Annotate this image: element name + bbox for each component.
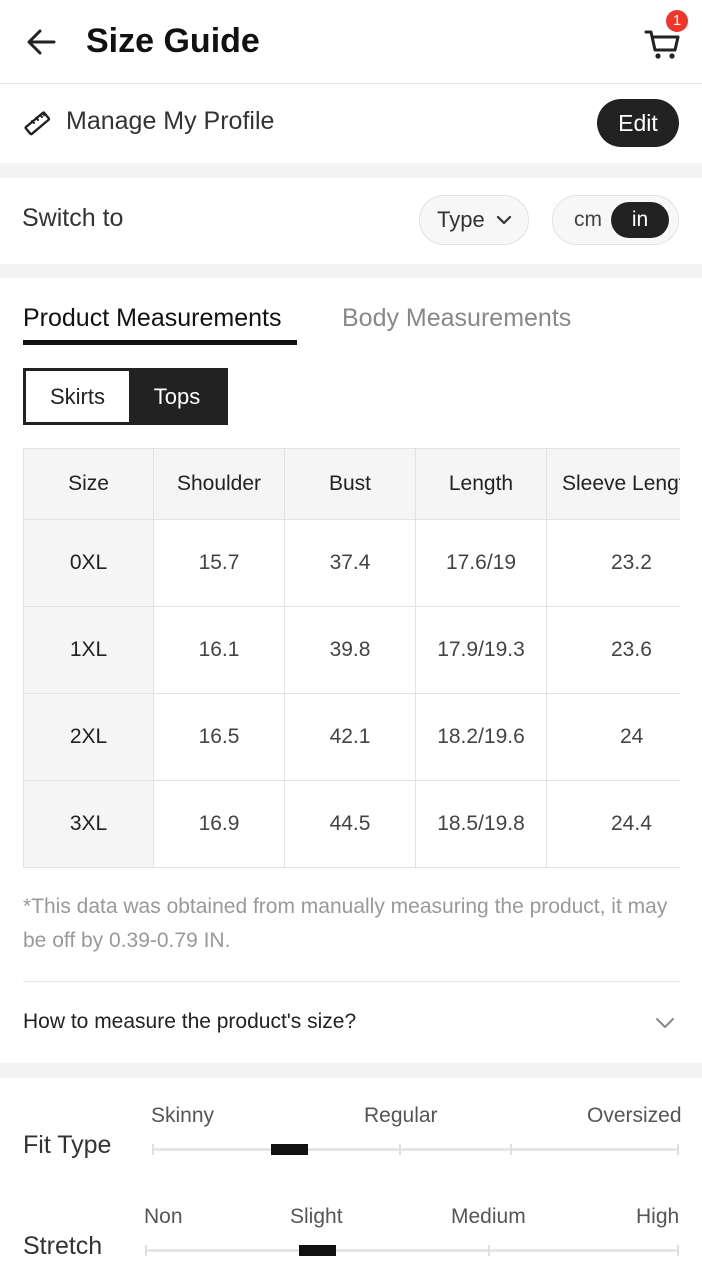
tab-body-measurements[interactable]: Body Measurements	[342, 304, 571, 333]
table-cell: 17.6/19	[415, 519, 547, 607]
stretch-level-label: High	[636, 1205, 680, 1228]
size-cell: 1XL	[23, 606, 154, 694]
active-tab-indicator	[23, 340, 297, 345]
category-segment: Skirts Tops	[23, 368, 228, 425]
table-cell: 39.8	[284, 606, 416, 694]
table-cell: 16.1	[153, 606, 285, 694]
type-dropdown-label: Type	[437, 207, 485, 232]
table-row: 3XL 16.9 44.5 18.5/19.8 24.4	[23, 780, 680, 867]
page-title: Size Guide	[86, 22, 260, 60]
cart-count-badge: 1	[666, 10, 688, 32]
stretch-scale	[145, 1249, 679, 1252]
table-row: 0XL 15.7 37.4 17.6/19 23.2	[23, 519, 680, 607]
fit-level-label: Skinny	[151, 1104, 215, 1127]
size-table: Size Shoulder Bust Length Sleeve Length …	[23, 449, 680, 867]
unit-in-option[interactable]: in	[611, 202, 669, 238]
column-header-sleeve-length: Sleeve Length	[546, 449, 680, 520]
chevron-down-icon	[656, 1018, 674, 1028]
unit-toggle[interactable]: cm in	[552, 195, 679, 245]
chevron-down-icon	[496, 215, 512, 225]
edit-profile-button[interactable]: Edit	[597, 99, 679, 147]
measurement-disclaimer: *This data was obtained from manually me…	[23, 895, 668, 952]
stretch-level-label: Slight	[290, 1205, 343, 1228]
size-table-scroll[interactable]: Size Shoulder Bust Length Sleeve Length …	[23, 448, 680, 868]
table-cell: 15.7	[153, 519, 285, 607]
table-cell: 44.5	[284, 780, 416, 867]
section-divider	[0, 1063, 702, 1078]
size-cell: 0XL	[23, 519, 154, 607]
size-cell: 3XL	[23, 780, 154, 867]
table-header-row: Size Shoulder Bust Length Sleeve Length	[23, 449, 680, 520]
table-cell: 23.6	[546, 606, 680, 694]
table-cell: 24.4	[546, 780, 680, 867]
table-cell: 37.4	[284, 519, 416, 607]
fit-type-label: Fit Type	[23, 1131, 112, 1159]
back-arrow-icon[interactable]	[24, 24, 60, 60]
fit-level-label: Regular	[364, 1104, 438, 1127]
table-cell: 42.1	[284, 693, 416, 781]
fit-level-label: Oversized	[587, 1104, 682, 1127]
table-cell: 24	[546, 693, 680, 781]
manage-profile-label: Manage My Profile	[66, 107, 275, 135]
type-dropdown[interactable]: Type	[419, 195, 529, 245]
switch-unit-row: Switch to Type cm in	[0, 178, 702, 264]
scale-tick	[145, 1245, 147, 1256]
manage-profile-row[interactable]: Manage My Profile Edit	[0, 85, 702, 163]
table-cell: 23.2	[546, 519, 680, 607]
table-row: 2XL 16.5 42.1 18.2/19.6 24	[23, 693, 680, 781]
stretch-indicator	[299, 1245, 336, 1256]
table-row: 1XL 16.1 39.8 17.9/19.3 23.6	[23, 606, 680, 694]
segment-tops[interactable]: Tops	[129, 371, 225, 422]
table-cell: 16.9	[153, 780, 285, 867]
ruler-pencil-icon	[22, 108, 52, 138]
stretch-level-label: Medium	[451, 1205, 526, 1228]
size-cell: 2XL	[23, 693, 154, 781]
column-header-bust: Bust	[284, 449, 416, 520]
fit-type-scale	[152, 1148, 679, 1151]
table-cell: 18.2/19.6	[415, 693, 547, 781]
stretch-level-label: Non	[144, 1205, 183, 1228]
header-bar: Size Guide 1	[0, 0, 702, 84]
table-cell: 16.5	[153, 693, 285, 781]
scale-tick	[677, 1245, 679, 1256]
unit-cm-option[interactable]: cm	[561, 202, 615, 238]
column-header-shoulder: Shoulder	[153, 449, 285, 520]
scale-tick	[399, 1144, 401, 1155]
scale-tick	[677, 1144, 679, 1155]
fit-type-indicator	[271, 1144, 308, 1155]
table-cell: 18.5/19.8	[415, 780, 547, 867]
section-divider	[0, 264, 702, 278]
column-header-length: Length	[415, 449, 547, 520]
stretch-label: Stretch	[23, 1232, 103, 1260]
segment-skirts[interactable]: Skirts	[26, 371, 129, 422]
how-to-measure-accordion[interactable]: How to measure the product's size?	[23, 981, 680, 1063]
measurement-tabs: Product Measurements Body Measurements	[0, 278, 702, 350]
scale-tick	[510, 1144, 512, 1155]
how-to-measure-label: How to measure the product's size?	[23, 1010, 357, 1033]
switch-to-label: Switch to	[22, 204, 124, 232]
table-cell: 17.9/19.3	[415, 606, 547, 694]
scale-tick	[488, 1245, 490, 1256]
scale-tick	[152, 1144, 154, 1155]
section-divider	[0, 163, 702, 178]
column-header-size: Size	[23, 449, 154, 520]
tab-product-measurements[interactable]: Product Measurements	[23, 304, 281, 333]
